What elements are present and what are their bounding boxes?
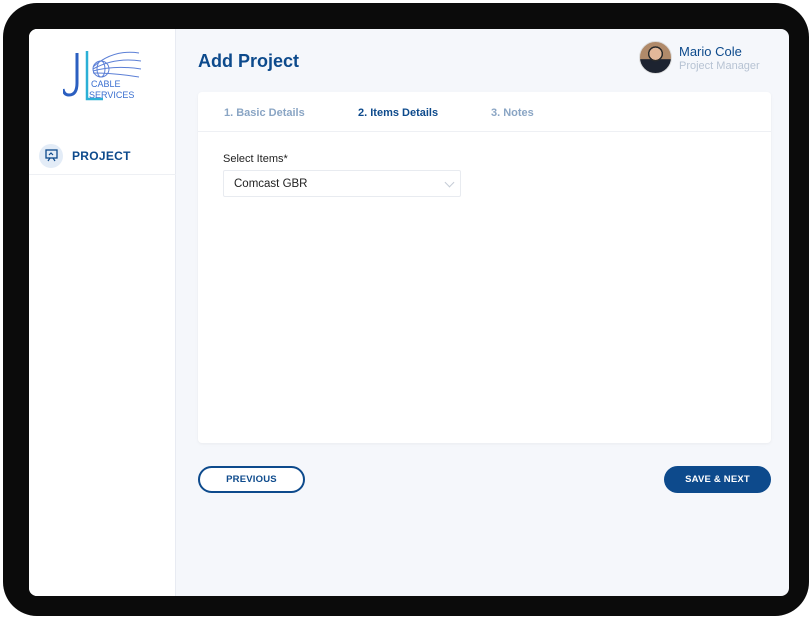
tab-notes[interactable]: 3. Notes bbox=[491, 107, 534, 119]
sidebar: CABLE SERVICES PROJECT bbox=[29, 29, 176, 596]
svg-text:CABLE: CABLE bbox=[91, 79, 121, 89]
user-name: Mario Cole bbox=[679, 43, 742, 59]
save-next-button[interactable]: SAVE & NEXT bbox=[664, 466, 771, 493]
step-tabs: 1. Basic Details 2. Items Details 3. Not… bbox=[198, 92, 771, 132]
device-frame: CABLE SERVICES PROJECT Add Project Mario… bbox=[3, 3, 809, 616]
user-role: Project Manager bbox=[679, 59, 760, 72]
presentation-board-icon bbox=[39, 143, 63, 168]
previous-button[interactable]: PREVIOUS bbox=[198, 466, 305, 493]
svg-text:SERVICES: SERVICES bbox=[89, 90, 134, 100]
tab-items-details[interactable]: 2. Items Details bbox=[358, 107, 438, 119]
avatar bbox=[639, 41, 672, 74]
form-card: 1. Basic Details 2. Items Details 3. Not… bbox=[198, 92, 771, 443]
company-logo: CABLE SERVICES bbox=[63, 51, 142, 101]
select-items-dropdown[interactable]: Comcast GBR bbox=[223, 170, 461, 197]
sidebar-item-label: PROJECT bbox=[72, 148, 131, 163]
page-title: Add Project bbox=[198, 51, 300, 71]
tab-basic-details[interactable]: 1. Basic Details bbox=[224, 107, 305, 119]
chevron-down-icon bbox=[444, 177, 455, 188]
sidebar-item-project[interactable]: PROJECT bbox=[29, 137, 176, 175]
select-value: Comcast GBR bbox=[234, 177, 308, 190]
user-profile[interactable]: Mario Cole Project Manager bbox=[639, 41, 760, 74]
app-screen: CABLE SERVICES PROJECT Add Project Mario… bbox=[29, 29, 789, 596]
select-items-label: Select Items* bbox=[223, 153, 288, 165]
